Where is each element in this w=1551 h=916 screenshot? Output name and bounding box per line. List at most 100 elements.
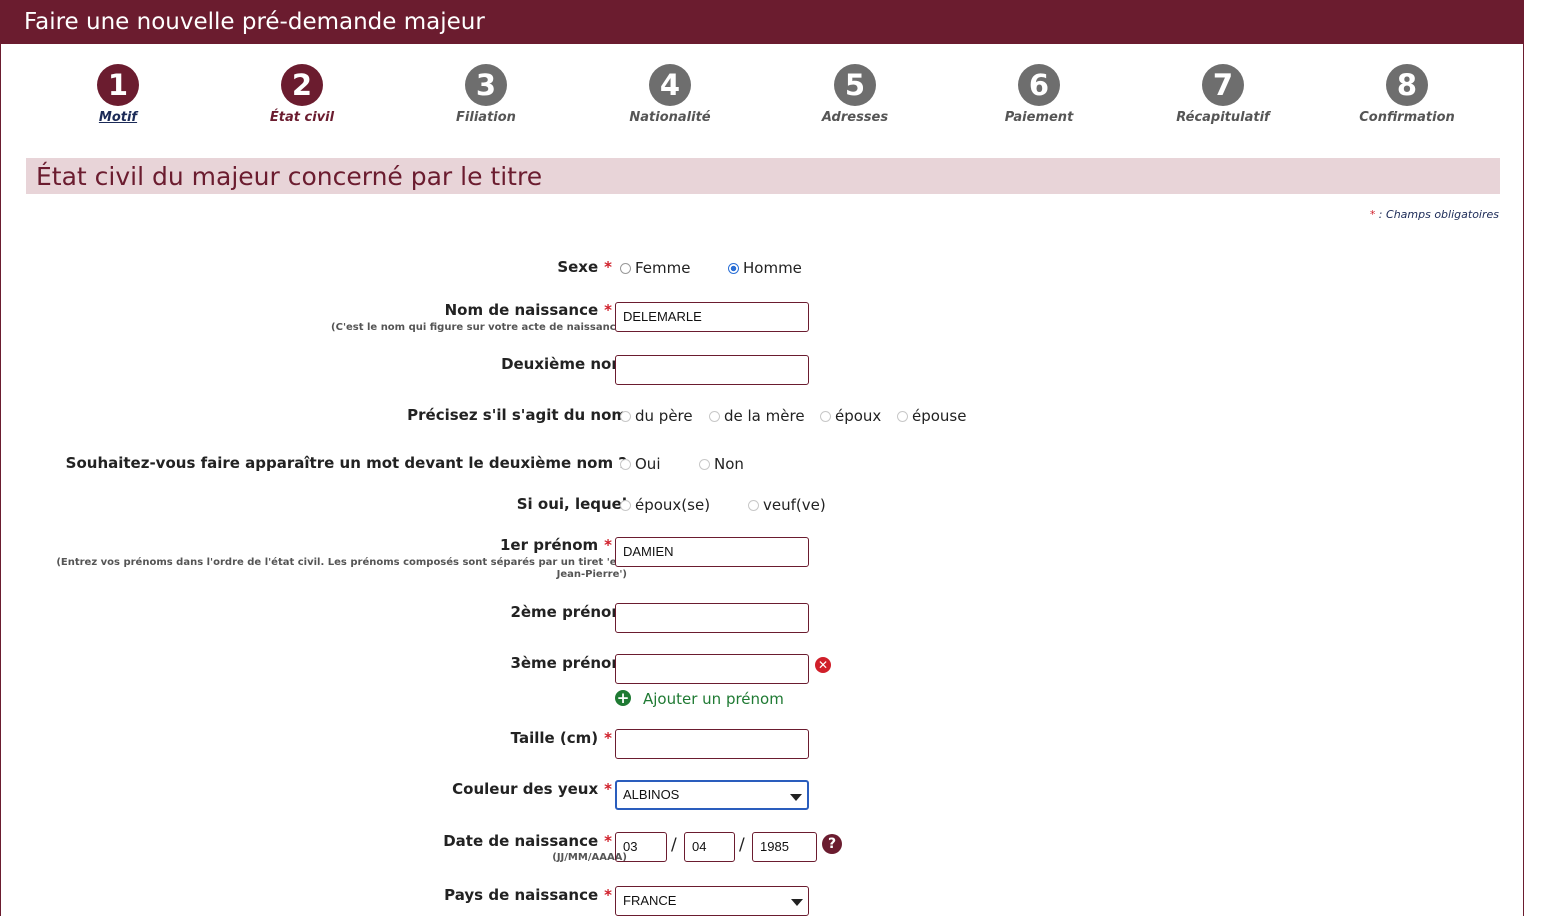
prenom1-input[interactable]: DAMIEN	[615, 537, 809, 567]
radio-label: du père	[635, 407, 693, 425]
question-help-icon[interactable]: ?	[822, 834, 842, 854]
radio-circle[interactable]	[620, 459, 631, 470]
date-month-input[interactable]: 04	[684, 832, 735, 862]
date-label: Date de naissance *	[443, 832, 612, 850]
step-label: Nationalité	[629, 110, 711, 125]
step-label: Paiement	[1004, 110, 1074, 125]
required-star: *	[604, 536, 612, 554]
yeux-select[interactable]: ALBINOS	[615, 780, 809, 810]
radio-circle[interactable]	[748, 500, 759, 511]
deuxieme-nom-label: Deuxième nom	[501, 355, 627, 373]
nom-naissance-input[interactable]: DELEMARLE	[615, 302, 809, 332]
radio-label: Femme	[635, 259, 691, 277]
required-star: *	[604, 301, 612, 319]
step-number: 4	[649, 64, 691, 106]
nom-label: Nom de naissance *	[445, 301, 612, 319]
radio-circle-selected[interactable]	[728, 263, 739, 274]
required-star: *	[604, 780, 612, 798]
radio-circle[interactable]	[620, 411, 631, 422]
remove-prenom-icon[interactable]: ✕	[815, 657, 831, 673]
step-number: 7	[1202, 64, 1244, 106]
radio-label: épouse	[912, 407, 967, 425]
step-number: 8	[1386, 64, 1428, 106]
radio-de-la-mere[interactable]: de la mère	[709, 407, 805, 425]
chevron-down-icon	[790, 794, 802, 801]
step-adresses: 5 Adresses	[795, 64, 915, 125]
prenom3-input[interactable]	[615, 654, 809, 684]
radio-circle[interactable]	[820, 411, 831, 422]
radio-label: Oui	[635, 455, 661, 473]
step-motif[interactable]: 1 Motif	[58, 64, 178, 125]
prenom1-hint-line2: Jean-Pierre')	[556, 569, 627, 580]
radio-label: Non	[714, 455, 744, 473]
si-oui-label: Si oui, lequel	[516, 495, 627, 513]
step-label: Récapitulatif	[1176, 110, 1270, 125]
required-star: *	[604, 886, 612, 904]
sexe-label-text: Sexe	[557, 258, 599, 276]
radio-homme[interactable]: Homme	[728, 259, 802, 277]
taille-label-text: Taille (cm)	[510, 729, 599, 747]
pays-label-text: Pays de naissance	[444, 886, 599, 904]
deuxieme-nom-input[interactable]	[615, 355, 809, 385]
radio-non[interactable]: Non	[699, 455, 744, 473]
prenom1-hint: (Entrez vos prénoms dans l'ordre de l'ét…	[56, 557, 627, 581]
step-label[interactable]: Motif	[58, 110, 178, 125]
yeux-label: Couleur des yeux *	[452, 780, 612, 798]
required-star: *	[604, 832, 612, 850]
required-note: * : Champs obligatoires	[1370, 208, 1499, 221]
date-label-text: Date de naissance	[443, 832, 599, 850]
step-label: État civil	[269, 110, 335, 125]
step-nationalite: 4 Nationalité	[610, 64, 730, 125]
radio-du-pere[interactable]: du père	[620, 407, 693, 425]
yeux-select-value: ALBINOS	[623, 787, 680, 802]
step-label: Filiation	[456, 110, 516, 125]
step-confirmation: 8 Confirmation	[1347, 64, 1467, 125]
wizard-steps: 1 Motif 2 État civil 3 Filiation 4 Natio…	[0, 64, 1524, 134]
taille-input[interactable]	[615, 729, 809, 759]
required-star: *	[604, 258, 612, 276]
step-number: 2	[281, 64, 323, 106]
date-separator: /	[671, 835, 677, 855]
step-number: 5	[834, 64, 876, 106]
prenom1-label: 1er prénom *	[500, 536, 612, 554]
radio-label: époux(se)	[635, 496, 711, 514]
radio-label: époux	[835, 407, 882, 425]
sexe-label: Sexe *	[557, 258, 612, 276]
prenom1-hint-line1: (Entrez vos prénoms dans l'ordre de l'ét…	[56, 557, 627, 568]
step-etat-civil: 2 État civil	[242, 64, 362, 125]
pays-label: Pays de naissance *	[444, 886, 612, 904]
step-number: 1	[97, 64, 139, 106]
prenom2-input[interactable]	[615, 603, 809, 633]
radio-epouse[interactable]: épouse	[897, 407, 966, 425]
date-separator: /	[739, 835, 745, 855]
radio-circle[interactable]	[620, 263, 631, 274]
radio-circle[interactable]	[897, 411, 908, 422]
radio-circle[interactable]	[620, 500, 631, 511]
add-prenom-text[interactable]: Ajouter un prénom	[643, 690, 784, 708]
nom-label-text: Nom de naissance	[444, 301, 599, 319]
step-paiement: 6 Paiement	[979, 64, 1099, 125]
prenom3-label: 3ème prénom	[510, 654, 627, 672]
step-filiation: 3 Filiation	[426, 64, 546, 125]
pays-select[interactable]: FRANCE	[615, 886, 809, 916]
step-label: Confirmation	[1359, 110, 1455, 125]
radio-oui[interactable]: Oui	[620, 455, 660, 473]
pays-select-value: FRANCE	[623, 893, 677, 908]
radio-circle[interactable]	[709, 411, 720, 422]
plus-circle-icon[interactable]: +	[615, 690, 631, 706]
mot-devant-label: Souhaitez-vous faire apparaître un mot d…	[65, 454, 627, 472]
radio-circle[interactable]	[699, 459, 710, 470]
prenom1-label-text: 1er prénom	[499, 536, 599, 554]
page-header: Faire une nouvelle pré-demande majeur	[0, 0, 1524, 44]
radio-epoux[interactable]: époux	[820, 407, 881, 425]
date-day-input[interactable]: 03	[615, 832, 667, 862]
date-year-input[interactable]: 1985	[752, 832, 817, 862]
add-prenom-link[interactable]: + Ajouter un prénom	[615, 690, 784, 708]
page-title: Faire une nouvelle pré-demande majeur	[24, 9, 485, 35]
radio-femme[interactable]: Femme	[620, 259, 691, 277]
radio-veuf-ve[interactable]: veuf(ve)	[748, 496, 826, 514]
chevron-down-icon	[791, 899, 803, 906]
precisez-label: Précisez s'il s'agit du nom	[407, 406, 627, 424]
radio-epoux-se[interactable]: époux(se)	[620, 496, 710, 514]
taille-label: Taille (cm) *	[511, 729, 612, 747]
